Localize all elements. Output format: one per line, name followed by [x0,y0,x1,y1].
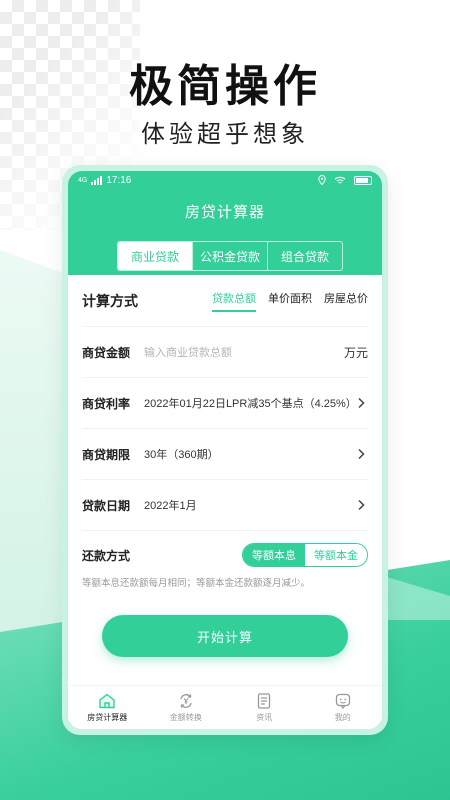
loan-amount-unit: 万元 [343,345,368,360]
repay-method-toggle: 等额本息 等额本金 [242,543,368,567]
loan-amount-row: 商贷金额 输入商业贷款总额 万元 [82,327,368,378]
loan-amount-label: 商贷金额 [82,345,131,360]
tab-profile[interactable]: 我的 [304,686,383,729]
phone-mockup: 4G 17:16 房贷计算器 商业贷款 公积金贷款 组合贷款 计算方式 贷款总额… [62,165,388,735]
loan-type-tabs: 商业贷款 公积金贷款 组合贷款 [117,241,343,271]
bottom-tab-bar: 房贷计算器 金额转换 资讯 我的 [68,685,382,729]
loan-term-value: 30年（360期） [144,449,219,461]
tab-label: 资讯 [256,712,273,722]
hero-subline: 体验超乎想象 [141,121,309,148]
wifi-icon [334,176,346,183]
loan-term-row[interactable]: 商贷期限 30年（360期） [82,429,368,480]
currency-convert-icon [180,693,192,708]
tab-label: 金额转换 [169,712,202,722]
loan-rate-row[interactable]: 商贷利率 2022年01月22日LPR减35个基点（4.25%） [82,378,368,429]
app-title: 房贷计算器 [184,204,265,221]
chevron-right-icon [354,396,368,410]
repay-method-label: 还款方式 [82,548,131,563]
repay-method-row: 还款方式 等额本息 等额本金 [82,531,368,579]
tab-news[interactable]: 资讯 [225,686,304,729]
repay-equal-principal-option[interactable]: 等额本金 [305,544,367,566]
status-time: 17:16 [106,174,132,186]
loan-date-label: 贷款日期 [82,498,131,513]
tab-label: 房贷计算器 [87,712,128,722]
home-icon [99,693,115,708]
mode-house-total-price[interactable]: 房屋总价 [324,290,368,312]
calc-method-row: 计算方式 贷款总额 单价面积 房屋总价 [82,275,368,327]
loan-rate-value: 2022年01月22日LPR减35个基点（4.25%） [144,398,357,410]
tab-amount-conversion[interactable]: 金额转换 [147,686,226,729]
chevron-right-icon [354,447,368,461]
loan-amount-input[interactable]: 输入商业贷款总额 [144,344,344,360]
mode-total-loan[interactable]: 贷款总额 [212,290,256,312]
mode-unit-price-area[interactable]: 单价面积 [268,290,312,312]
loan-date-row[interactable]: 贷款日期 2022年1月 [82,480,368,531]
tab-label: 我的 [334,712,351,722]
loan-term-label: 商贷期限 [82,447,131,462]
calc-method-label: 计算方式 [82,292,138,309]
chevron-right-icon [354,498,368,512]
network-label: 4G [78,176,88,184]
signal-icon [91,175,103,185]
profile-icon [335,693,350,709]
news-icon [258,692,271,709]
status-bar: 4G 17:16 [68,171,382,189]
battery-icon [354,175,372,185]
tab-commercial-loan[interactable]: 商业贷款 [118,242,193,270]
start-calculation-button[interactable]: 开始计算 [102,615,348,657]
tab-mortgage-calculator[interactable]: 房贷计算器 [68,686,147,729]
repay-note: 等额本息还款额每月相同；等额本金还款额逐月减少。 [82,578,311,589]
tab-provident-fund-loan[interactable]: 公积金贷款 [193,242,268,270]
loan-date-value: 2022年1月 [144,500,197,512]
phone-screen: 4G 17:16 房贷计算器 商业贷款 公积金贷款 组合贷款 计算方式 贷款总额… [68,171,382,729]
loan-rate-label: 商贷利率 [82,396,131,411]
tab-combined-loan[interactable]: 组合贷款 [268,242,342,270]
app-header: 4G 17:16 房贷计算器 商业贷款 公积金贷款 组合贷款 [68,171,382,275]
calc-mode-tabs: 贷款总额 单价面积 房屋总价 [212,290,368,312]
repay-equal-installment-option[interactable]: 等额本息 [243,544,305,566]
location-icon [318,175,326,185]
form-body: 计算方式 贷款总额 单价面积 房屋总价 商贷金额 输入商业贷款总额 万元 商贷利… [68,275,382,685]
hero-headline: 极简操作 [129,62,321,111]
